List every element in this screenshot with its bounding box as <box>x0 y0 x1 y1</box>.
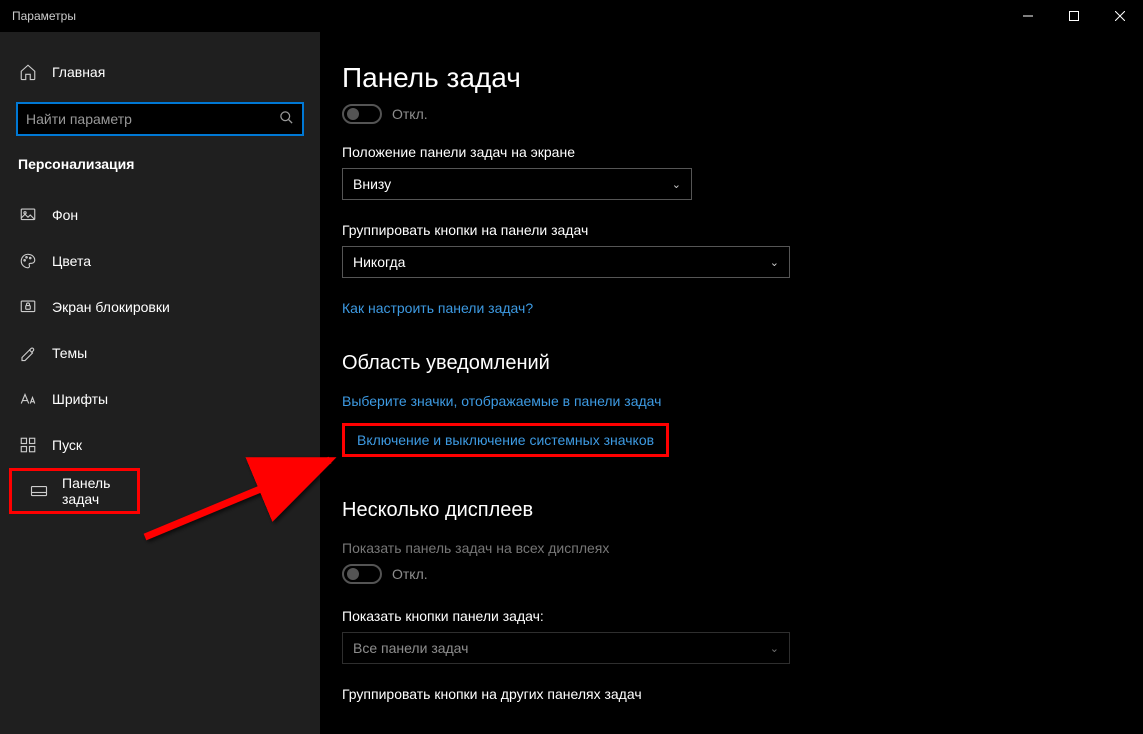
page-title: Панель задач <box>342 62 1141 94</box>
help-link[interactable]: Как настроить панели задач? <box>342 300 533 316</box>
chevron-down-icon: ⌄ <box>672 178 681 191</box>
section-multidisplay: Несколько дисплеев <box>342 499 1141 522</box>
sidebar-item-label: Темы <box>52 345 87 361</box>
search-icon <box>279 110 294 128</box>
select-value: Все панели задач <box>353 640 468 656</box>
multi-label: Показать панель задач на всех дисплеях <box>342 540 1141 556</box>
home-label: Главная <box>52 64 105 80</box>
home-icon <box>18 62 38 82</box>
select-value: Никогда <box>353 254 405 270</box>
chevron-down-icon: ⌄ <box>770 642 779 655</box>
group-label: Группировать кнопки на панели задач <box>342 222 1141 238</box>
toggle-label: Откл. <box>392 106 428 122</box>
toggle-row-multi[interactable]: Откл. <box>342 564 1141 584</box>
sidebar-item-label: Экран блокировки <box>52 299 170 315</box>
toggle-switch[interactable] <box>342 104 382 124</box>
sidebar-item-label: Цвета <box>52 253 91 269</box>
select-icons-link[interactable]: Выберите значки, отображаемые в панели з… <box>342 393 661 409</box>
sidebar-item-label: Панель задач <box>62 475 137 507</box>
minimize-button[interactable] <box>1005 0 1051 32</box>
group-select[interactable]: Никогда ⌄ <box>342 246 790 278</box>
search-input[interactable] <box>16 102 304 136</box>
select-value: Внизу <box>353 176 391 192</box>
section-label: Персонализация <box>0 156 320 172</box>
content-area: Панель задач Откл. Положение панели зада… <box>320 32 1143 734</box>
toggle-label: Откл. <box>392 566 428 582</box>
sidebar-item-label: Шрифты <box>52 391 108 407</box>
home-nav[interactable]: Главная <box>0 52 320 92</box>
picture-icon <box>18 205 38 225</box>
themes-icon <box>18 343 38 363</box>
position-label: Положение панели задач на экране <box>342 144 1141 160</box>
position-select[interactable]: Внизу ⌄ <box>342 168 692 200</box>
section-notifications: Область уведомлений <box>342 352 1141 375</box>
system-icons-link[interactable]: Включение и выключение системных значков <box>342 423 669 457</box>
toggle-switch[interactable] <box>342 564 382 584</box>
sidebar-item-background[interactable]: Фон <box>0 192 320 238</box>
sidebar-item-start[interactable]: Пуск <box>0 422 320 468</box>
sidebar-item-label: Фон <box>52 207 78 223</box>
sidebar-item-fonts[interactable]: Шрифты <box>0 376 320 422</box>
start-icon <box>18 435 38 455</box>
sidebar-item-taskbar[interactable]: Панель задач <box>9 468 140 514</box>
taskbar-icon <box>30 481 48 501</box>
chevron-down-icon: ⌄ <box>770 256 779 269</box>
lockscreen-icon <box>18 297 38 317</box>
sidebar: Главная Персонализация Фон Цвета Экран б… <box>0 32 320 734</box>
group-other-label: Группировать кнопки на других панелях за… <box>342 686 1141 702</box>
close-button[interactable] <box>1097 0 1143 32</box>
palette-icon <box>18 251 38 271</box>
sidebar-item-lockscreen[interactable]: Экран блокировки <box>0 284 320 330</box>
search-field[interactable] <box>26 111 279 127</box>
titlebar: Параметры <box>0 0 1143 32</box>
toggle-row-1[interactable]: Откл. <box>342 104 1141 124</box>
sidebar-item-label: Пуск <box>52 437 82 453</box>
maximize-button[interactable] <box>1051 0 1097 32</box>
btns-label: Показать кнопки панели задач: <box>342 608 1141 624</box>
window-controls <box>1005 0 1143 32</box>
sidebar-item-colors[interactable]: Цвета <box>0 238 320 284</box>
font-icon <box>18 389 38 409</box>
window-title: Параметры <box>12 9 76 23</box>
btns-select[interactable]: Все панели задач ⌄ <box>342 632 790 664</box>
sidebar-item-themes[interactable]: Темы <box>0 330 320 376</box>
